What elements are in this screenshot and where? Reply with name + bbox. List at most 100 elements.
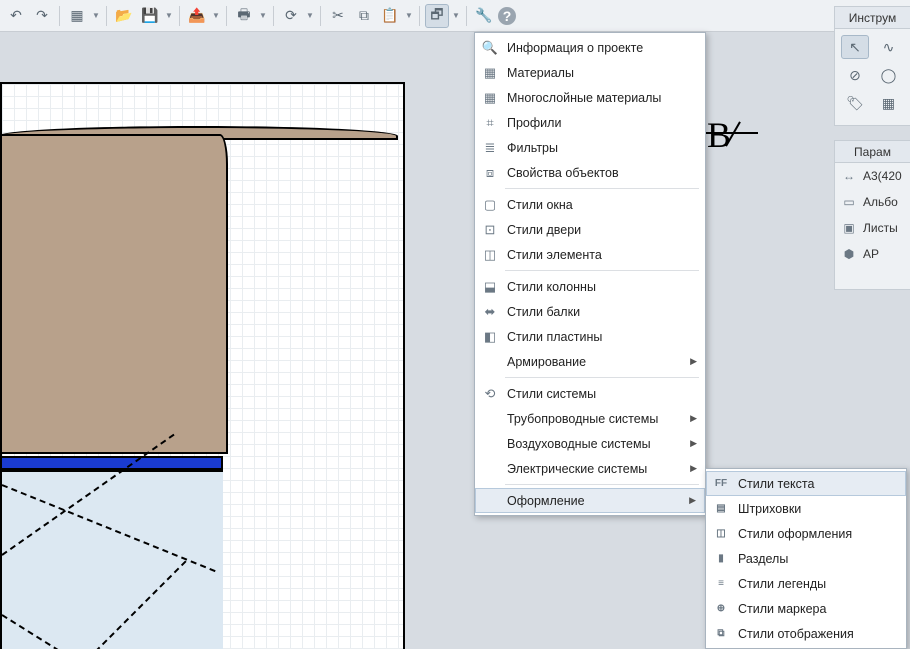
export-button[interactable]: 📤 [185,4,209,28]
orbit-tool[interactable]: ⊘ [841,63,869,87]
menu-item[interactable]: Воздуховодные системы▶ [475,431,705,456]
windows-button[interactable]: 🗗 [425,4,449,28]
param-label: АР [863,247,879,261]
menu-item-icon: ⧈ [481,164,499,182]
submenu-item-icon: ◫ [712,525,730,543]
menu-item[interactable]: ⊡Стили двери [475,217,705,242]
print-button[interactable]: 🖶 [232,4,256,28]
menu-item-icon: ▦ [481,89,499,107]
cursor-tool[interactable]: ↖ [841,35,869,59]
param-row[interactable]: ↔А3(420 [835,163,910,189]
param-row[interactable]: ⬢АР [835,241,910,267]
param-label: Альбо [863,195,898,209]
box-button[interactable]: ▦ [65,4,89,28]
chevron-right-icon: ▶ [690,438,697,449]
box-icon: ▦ [70,7,83,24]
submenu-item-icon: FF [712,475,730,493]
menu-item-icon: ≣ [481,139,499,157]
menu-item[interactable]: ▦ Многослойные материалы [475,85,705,110]
open-button[interactable]: 📂 [112,4,136,28]
param-row[interactable]: ▭ Альбо [835,189,910,215]
menu-item[interactable]: ◫Стили элемента [475,242,705,267]
sync-icon: ⟳ [285,7,297,24]
submenu-item[interactable]: ▮Разделы [706,546,906,571]
grid-tool[interactable]: ▦ [875,91,903,115]
menu-item-label: Стили элемента [507,248,602,262]
menu-item-icon [481,410,499,428]
submenu-item[interactable]: ≡Стили легенды [706,571,906,596]
menu-item-label: Трубопроводные системы [507,412,658,426]
menu-item[interactable]: ≣ Фильтры [475,135,705,160]
dropdown-caret-icon[interactable]: ▼ [91,11,101,20]
separator [320,6,321,26]
menu-item[interactable]: Трубопроводные системы▶ [475,406,705,431]
chevron-right-icon: ▶ [690,356,697,367]
menu-item[interactable]: ⟲Стили системы [475,381,705,406]
menu-item-label: Многослойные материалы [507,91,661,105]
menu-item-icon [481,460,499,478]
menu-item[interactable]: ⬓Стили колонны [475,274,705,299]
menu-item-icon: ⬌ [481,303,499,321]
menu-item[interactable]: ⧈ Свойства объектов [475,160,705,185]
save-icon: 💾 [141,7,158,24]
menu-item-label: Стили окна [507,198,573,212]
submenu-item[interactable]: FFСтили текста [706,471,906,496]
copy-button[interactable]: ⧉ [352,4,376,28]
menu-item[interactable]: Оформление▶ [475,488,705,513]
submenu-item-label: Разделы [738,552,788,566]
menu-item[interactable]: Армирование▶ [475,349,705,374]
param-icon: ↔ [841,169,857,183]
drawing-sheet[interactable] [0,82,405,649]
sync-button[interactable]: ⟳ [279,4,303,28]
help-button[interactable]: ? [498,7,516,25]
paste-button[interactable]: 📋 [378,4,402,28]
menu-item[interactable]: Электрические системы▶ [475,456,705,481]
menu-item[interactable]: 🔍Информация о проекте [475,35,705,60]
param-label: Листы [863,221,898,235]
menu-item[interactable]: ▢Стили окна [475,192,705,217]
wrench-icon: 🔧 [475,7,492,24]
menu-item-label: Свойства объектов [507,166,619,180]
menu-item-label: Профили [507,116,561,130]
dropdown-caret-icon[interactable]: ▼ [211,11,221,20]
dropdown-caret-icon[interactable]: ▼ [404,11,414,20]
undo-icon: ↶ [10,7,22,24]
separator [59,6,60,26]
menu-item[interactable]: ◧Стили пластины [475,324,705,349]
separator [179,6,180,26]
redo-button[interactable]: ↷ [30,4,54,28]
menu-separator [505,484,699,485]
dropdown-caret-icon[interactable]: ▼ [305,11,315,20]
menu-item[interactable]: ⬌Стили балки [475,299,705,324]
param-row[interactable]: ▣ Листы [835,215,910,241]
submenu-item[interactable]: ▤Штриховки [706,496,906,521]
menu-item-icon [481,435,499,453]
submenu-item[interactable]: ⊕Стили маркера [706,596,906,621]
menu-item[interactable]: ⌗Профили [475,110,705,135]
menu-item-label: Фильтры [507,141,558,155]
tools-panel: Инструм ↖∿⊘◯🏷▦ [834,6,910,126]
dropdown-caret-icon[interactable]: ▼ [164,11,174,20]
submenu-item-label: Стили оформления [738,527,852,541]
dropdown-caret-icon[interactable]: ▼ [451,11,461,20]
settings-button[interactable]: 🔧 [472,4,496,28]
save-button[interactable]: 💾 [138,4,162,28]
menu-item-label: Стили двери [507,223,581,237]
menu-item-label: Стили пластины [507,330,602,344]
param-icon: ▣ [841,221,857,235]
circle-tool[interactable]: ◯ [875,63,903,87]
submenu-item[interactable]: ⧉Стили отображения [706,621,906,646]
menu-item-icon [481,492,499,510]
menu-item[interactable]: ▦Материалы [475,60,705,85]
dropdown-caret-icon[interactable]: ▼ [258,11,268,20]
cut-button[interactable]: ✂ [326,4,350,28]
submenu-item[interactable]: ◫ Стили оформления [706,521,906,546]
menu-separator [505,377,699,378]
param-icon: ▭ [841,195,857,209]
curve-tool[interactable]: ∿ [875,35,903,59]
cut-icon: ✂ [332,7,344,24]
tag-tool[interactable]: 🏷 [841,91,869,115]
separator [106,6,107,26]
undo-button[interactable]: ↶ [4,4,28,28]
params-panel: Парам ↔А3(420▭Альбо▣Листы⬢АР [834,140,910,290]
